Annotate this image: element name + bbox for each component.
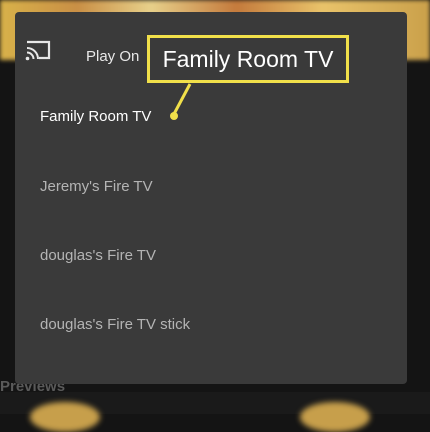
cast-icon — [25, 40, 51, 61]
cast-header — [24, 38, 52, 62]
callout-highlight-box: Family Room TV — [147, 35, 349, 83]
background-artwork-thumbnail — [300, 402, 370, 432]
device-option-jeremys-fire-tv[interactable]: Jeremy's Fire TV — [40, 178, 153, 195]
callout-text: Family Room TV — [162, 45, 334, 72]
device-option-douglas-fire-tv[interactable]: douglas's Fire TV — [40, 247, 156, 264]
device-option-douglas-fire-tv-stick[interactable]: douglas's Fire TV stick — [40, 316, 190, 333]
background-artwork-thumbnail — [30, 402, 100, 432]
play-on-label: Play On — [86, 48, 140, 65]
device-option-family-room-tv[interactable]: Family Room TV — [40, 108, 151, 125]
